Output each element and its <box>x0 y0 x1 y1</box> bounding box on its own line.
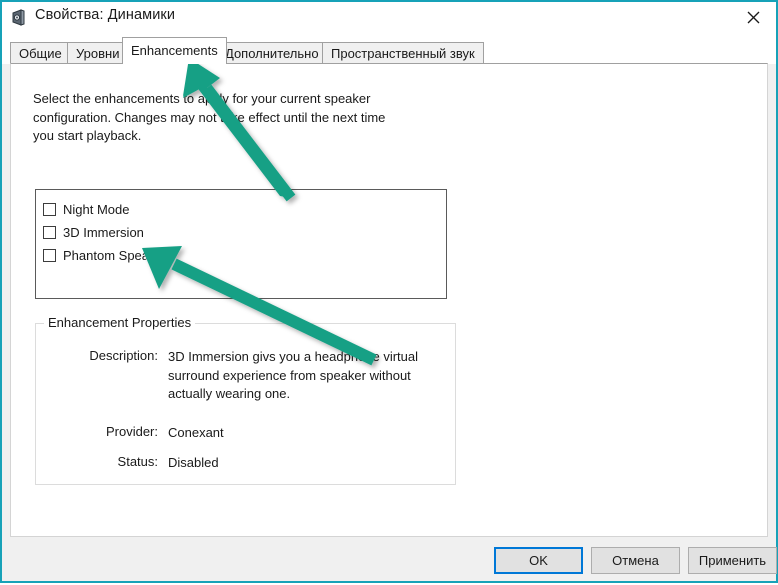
tab-enhancements[interactable]: Enhancements <box>122 37 227 64</box>
ok-button[interactable]: OK <box>494 547 583 574</box>
provider-label: Provider: <box>105 424 158 439</box>
title-bar: Свойства: Динамики <box>2 2 776 33</box>
enhancement-properties-group: Enhancement Properties Description: 3D I… <box>35 315 456 485</box>
checkbox-row-phantom-speaker[interactable]: Phantom Speaker <box>43 245 167 265</box>
tab-bar: Общие Уровни Enhancements Дополнительно … <box>2 33 776 64</box>
provider-value: Conexant <box>168 425 224 440</box>
checkbox-3d-immersion[interactable] <box>43 225 56 239</box>
tab-prostranstvennyy-zvuk[interactable]: Пространственный звук <box>322 42 484 64</box>
tab-obshchie[interactable]: Общие <box>10 42 71 64</box>
checkbox-row-night-mode[interactable]: Night Mode <box>43 199 129 219</box>
checkbox-phantom-speaker[interactable] <box>43 248 56 262</box>
checkbox-night-mode[interactable] <box>43 202 56 216</box>
speaker-icon <box>10 9 27 26</box>
tab-panel-enhancements: Select the enhancements to apply for you… <box>10 63 768 537</box>
window-title: Свойства: Динамики <box>35 7 176 23</box>
checkbox-row-3d-immersion[interactable]: 3D Immersion <box>43 222 144 242</box>
enhancements-list[interactable]: Night Mode 3D Immersion Phantom Speaker <box>35 189 447 299</box>
intro-text: Select the enhancements to apply for you… <box>33 91 386 143</box>
description-value: 3D Immersion givs you a headphone virtua… <box>168 349 419 401</box>
tab-dopolnitelno[interactable]: Дополнительно <box>216 42 328 64</box>
cancel-button[interactable]: Отмена <box>591 547 680 574</box>
label-night-mode: Night Mode <box>63 201 130 217</box>
group-legend: Enhancement Properties <box>44 315 196 330</box>
close-icon[interactable] <box>730 2 776 33</box>
label-phantom-speaker: Phantom Speaker <box>63 247 168 263</box>
tab-urovni[interactable]: Уровни <box>67 42 129 64</box>
description-label: Description: <box>89 348 158 363</box>
status-label: Status: <box>117 454 158 469</box>
dialog-footer: OK Отмена Применить <box>2 537 777 581</box>
apply-button[interactable]: Применить <box>688 547 777 574</box>
label-3d-immersion: 3D Immersion <box>63 224 144 240</box>
status-value: Disabled <box>168 455 219 470</box>
properties-dialog: Свойства: Динамики Общие Уровни Enhancem… <box>0 0 778 583</box>
